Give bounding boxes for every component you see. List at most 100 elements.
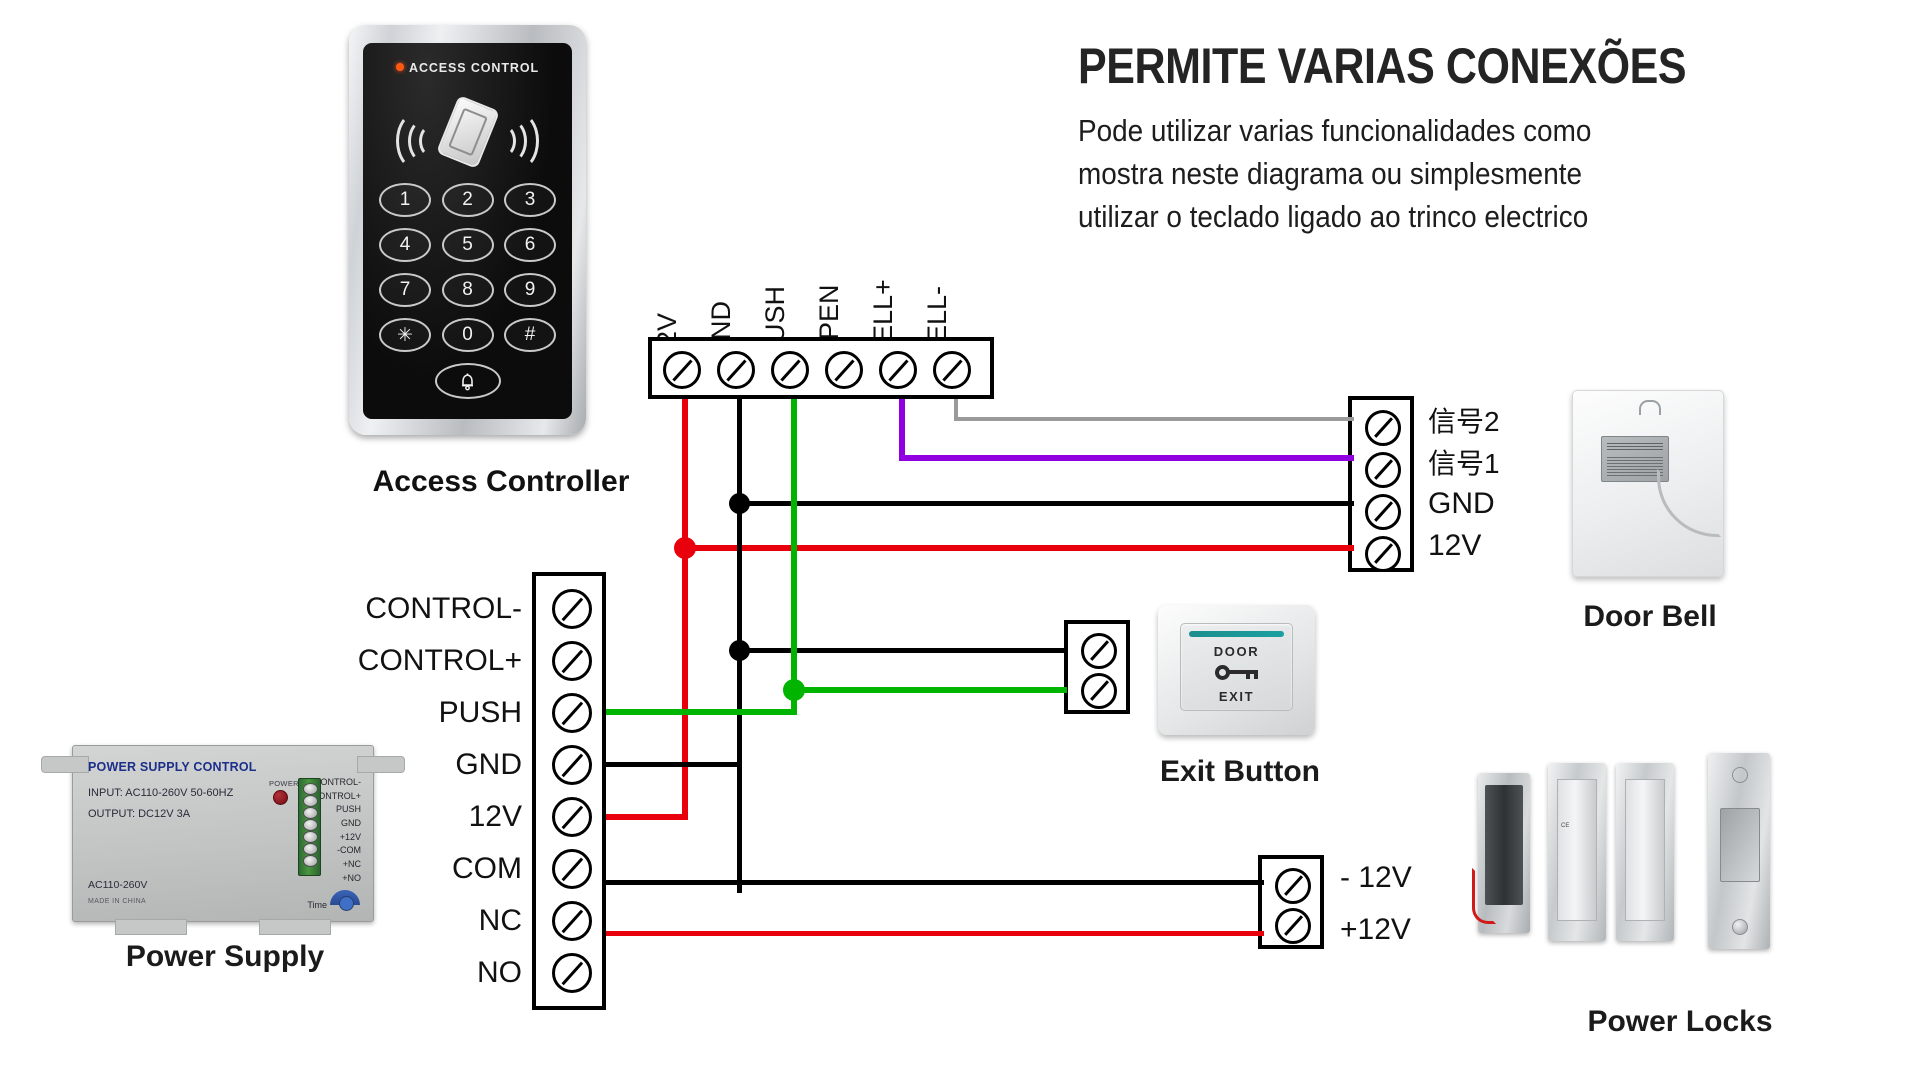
access-controller-caption: Access Controller (372, 465, 630, 498)
exit-screw-2[interactable] (1081, 673, 1117, 709)
key-6[interactable]: 6 (504, 228, 556, 262)
junction-dot-red (674, 537, 696, 559)
ps-screw-nc[interactable] (552, 901, 592, 941)
key-star[interactable]: ✳ (379, 318, 431, 352)
exit-button-terminal-block[interactable] (1064, 620, 1130, 714)
exit-button-top-text: DOOR (1213, 644, 1260, 659)
wire-green-to-ps-push (606, 709, 797, 715)
key-5[interactable]: 5 (441, 228, 494, 262)
keypad-face: ACCESS CONTROL 1 2 3 4 5 6 7 8 9 ✳ 0 # (363, 43, 572, 419)
power-supply-caption: Power Supply (125, 940, 325, 973)
headline-paragraph: Pode utilizar varias funcionalidades com… (1078, 111, 1798, 238)
junction-dot-black-lower (729, 640, 750, 661)
controller-terminal-block[interactable] (648, 337, 994, 399)
psu-green-connector[interactable] (298, 778, 321, 876)
key-7[interactable]: 7 (379, 273, 431, 307)
key-0[interactable]: 0 (441, 318, 494, 352)
psu-time-label: Time (307, 900, 327, 910)
exit-button-bottom-text: EXIT (1218, 689, 1255, 704)
screw-bell-minus[interactable] (933, 351, 971, 389)
wire-purple-to-doorbell-signal1 (899, 455, 1354, 461)
wire-black-to-exit-button (737, 648, 1067, 653)
ps-terminal-label-control-plus: CONTROL+ (357, 644, 522, 677)
wire-black-com-to-lock (606, 880, 1264, 885)
key-3[interactable]: 3 (504, 183, 556, 217)
exit-button-face[interactable]: DOOR EXIT (1180, 623, 1293, 711)
psu-foot-right (259, 919, 331, 935)
screw-12v[interactable] (663, 351, 701, 389)
lock-screw-plus12v[interactable] (1275, 908, 1311, 944)
wire-red-to-doorbell-12v (682, 545, 1354, 551)
rfid-card-icon (363, 91, 572, 177)
wire-black-to-doorbell-gnd (737, 501, 1354, 506)
wire-gray-to-doorbell-signal2 (954, 417, 1354, 421)
door-bell-device (1572, 390, 1724, 577)
lock-terminal-block[interactable] (1258, 855, 1324, 949)
screw-push[interactable] (771, 351, 809, 389)
psu-title: POWER SUPPLY CONTROL (88, 760, 257, 774)
key-icon (1214, 664, 1259, 682)
key-hash[interactable]: # (504, 318, 556, 352)
bell-icon[interactable] (434, 363, 501, 399)
db-screw-signal1[interactable] (1365, 452, 1401, 488)
lock-terminal-label-minus: - 12V (1340, 861, 1412, 894)
psu-mount-left (41, 756, 89, 773)
screw-gnd[interactable] (717, 351, 755, 389)
wire-purple-vertical (899, 399, 905, 461)
screw-open[interactable] (825, 351, 863, 389)
key-4[interactable]: 4 (379, 228, 431, 262)
diagram-canvas: PERMITE VARIAS CONEXÕES Pode utilizar va… (0, 0, 1920, 1080)
exit-button-caption: Exit Button (1160, 755, 1320, 788)
doorbell-cable (1657, 469, 1721, 537)
ps-screw-no[interactable] (552, 953, 592, 993)
key-8[interactable]: 8 (441, 273, 494, 307)
exit-button-device[interactable]: DOOR EXIT (1158, 605, 1315, 735)
wire-red-to-ps-12v (606, 814, 688, 820)
lock-terminal-label-plus: +12V (1340, 913, 1411, 946)
wire-red-vertical-main (682, 399, 688, 548)
psu-power-led-icon (273, 790, 288, 805)
lock-screw-minus12v[interactable] (1275, 868, 1311, 904)
keypad-brand-row: ACCESS CONTROL (363, 61, 572, 75)
wire-green-to-exit-button (791, 687, 1067, 693)
electric-bolt-lock-2 (1616, 763, 1674, 941)
page-title: PERMITE VARIAS CONEXÕES (1078, 38, 1687, 94)
ps-screw-control-minus[interactable] (552, 589, 592, 629)
screw-bell-plus[interactable] (879, 351, 917, 389)
db-screw-12v[interactable] (1365, 536, 1401, 572)
key-2[interactable]: 2 (441, 183, 494, 217)
db-screw-gnd[interactable] (1365, 494, 1401, 530)
power-supply-device: POWER SUPPLY CONTROL INPUT: AC110-260V 5… (41, 745, 405, 935)
door-bell-caption: Door Bell (1583, 600, 1717, 633)
headline-line-3: utilizar o teclado ligado ao trinco elec… (1078, 199, 1589, 235)
headline-line-2: mostra neste diagrama ou simplesmente (1078, 155, 1582, 191)
wire-black-to-ps-gnd (606, 762, 742, 767)
junction-dot-green (783, 679, 805, 701)
psu-origin-label: MADE IN CHINA (88, 898, 147, 905)
db-terminal-label-signal1: 信号1 (1428, 448, 1500, 479)
access-controller-device: ACCESS CONTROL 1 2 3 4 5 6 7 8 9 ✳ 0 # (349, 25, 586, 435)
exit-screw-1[interactable] (1081, 633, 1117, 669)
psu-mount-right (357, 756, 405, 773)
db-terminal-label-gnd: GND (1428, 487, 1495, 520)
key-9[interactable]: 9 (504, 273, 556, 307)
doorbell-hook-icon (1639, 400, 1661, 415)
doorbell-terminal-block[interactable] (1348, 396, 1414, 572)
ps-screw-12v[interactable] (552, 797, 592, 837)
psu-time-dial[interactable] (330, 890, 360, 911)
psu-foot-left (115, 919, 187, 935)
exit-button-indicator-bar (1189, 631, 1284, 637)
db-screw-signal2[interactable] (1365, 410, 1401, 446)
ps-screw-com[interactable] (552, 849, 592, 889)
ps-screw-control-plus[interactable] (552, 641, 592, 681)
ps-screw-gnd[interactable] (552, 745, 592, 785)
key-1[interactable]: 1 (379, 183, 431, 217)
ps-screw-push[interactable] (552, 693, 592, 733)
power-led-icon (396, 63, 405, 71)
power-supply-terminal-block[interactable] (532, 572, 606, 1010)
headline-line-1: Pode utilizar varias funcionalidades com… (1078, 112, 1592, 148)
power-locks-group: CE (1470, 745, 1890, 960)
electric-bolt-lock-1: CE (1548, 763, 1606, 941)
magnetic-lock (1472, 773, 1530, 933)
power-locks-caption: Power Locks (1587, 1005, 1773, 1038)
